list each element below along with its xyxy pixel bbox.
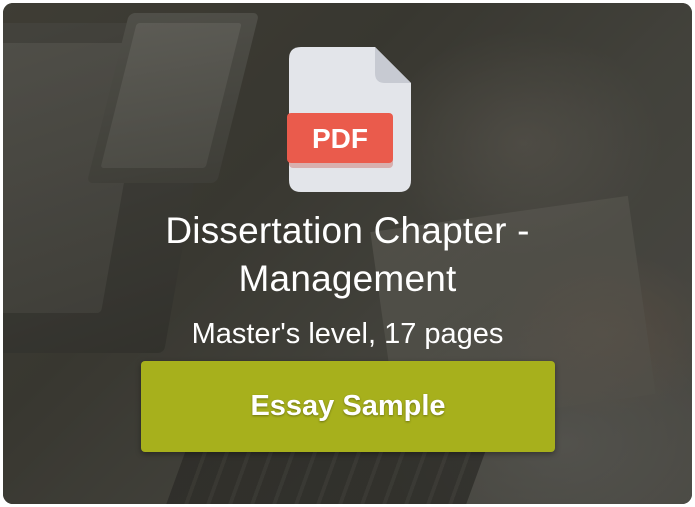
essay-sample-card[interactable]: PDF Dissertation Chapter - Management Ma… — [3, 3, 692, 504]
essay-sample-button-label: Essay Sample — [250, 390, 446, 422]
pdf-file-icon: PDF — [287, 47, 415, 192]
title-line-2: Management — [238, 258, 457, 299]
title-line-1: Dissertation Chapter - — [165, 210, 530, 251]
document-title: Dissertation Chapter - Management — [3, 207, 692, 303]
document-meta: Master's level, 17 pages — [191, 318, 504, 350]
essay-sample-button[interactable]: Essay Sample — [141, 361, 555, 452]
pdf-badge-text: PDF — [312, 123, 368, 154]
